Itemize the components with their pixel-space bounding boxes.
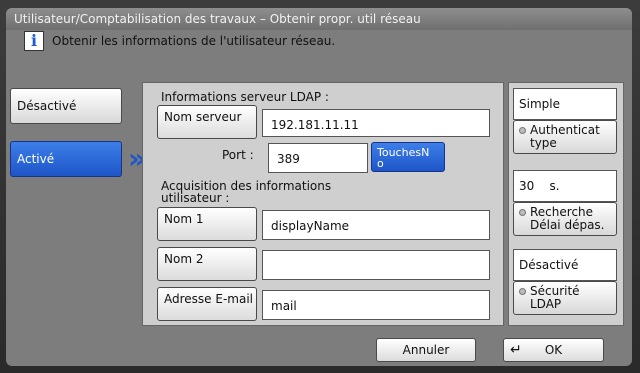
disabled-button[interactable]: Désactivé <box>10 88 122 124</box>
ok-label: OK <box>544 343 563 357</box>
port-label: Port : <box>222 148 254 162</box>
acquisition-section-label: Acquisition des informations utilisateur… <box>161 179 332 205</box>
server-name-field[interactable]: 192.181.11.11 <box>262 109 490 137</box>
email-field[interactable]: mail <box>262 290 490 320</box>
email-button[interactable]: Adresse E-mail <box>157 287 257 321</box>
ldap-section-label: Informations serveur LDAP : <box>161 90 329 104</box>
indicator-dot-icon <box>519 288 526 295</box>
indicator-dot-icon <box>519 209 526 216</box>
info-bar: i Obtenir les informations de l'utilisat… <box>24 27 614 55</box>
name2-button[interactable]: Nom 2 <box>157 247 257 281</box>
name2-field[interactable] <box>262 250 490 280</box>
search-timeout-label: Recherche Délai dépas. <box>530 205 605 232</box>
ldap-security-label: Sécurité LDAP <box>530 284 580 311</box>
ldap-security-button[interactable]: Sécurité LDAP <box>513 281 617 315</box>
numeric-keys-button[interactable]: TouchesN o <box>371 142 445 172</box>
device-frame: Utilisateur/Comptabilisation des travaux… <box>0 0 640 373</box>
port-field[interactable]: 389 <box>268 143 368 173</box>
indicator-dot-icon <box>519 127 526 134</box>
cancel-button[interactable]: Annuler <box>376 338 476 362</box>
auth-type-value: Simple <box>513 88 617 120</box>
ldap-security-value: Désactivé <box>513 249 617 281</box>
auth-type-button[interactable]: Authenticat type <box>513 120 617 154</box>
info-message: Obtenir les informations de l'utilisateu… <box>52 34 336 48</box>
ok-button[interactable]: ↵ OK <box>503 338 604 362</box>
server-name-button[interactable]: Nom serveur <box>157 105 257 139</box>
auth-type-label: Authenticat type <box>530 123 600 150</box>
info-icon: i <box>24 31 44 51</box>
search-timeout-button[interactable]: Recherche Délai dépas. <box>513 202 617 236</box>
enabled-button[interactable]: Activé <box>10 141 122 177</box>
timeout-value: 30 <box>519 179 535 193</box>
name1-button[interactable]: Nom 1 <box>157 207 257 241</box>
timeout-value-box: 30 s. <box>513 170 617 202</box>
enter-icon: ↵ <box>510 342 522 358</box>
name1-field[interactable]: displayName <box>262 210 490 240</box>
timeout-unit: s. <box>549 179 560 193</box>
